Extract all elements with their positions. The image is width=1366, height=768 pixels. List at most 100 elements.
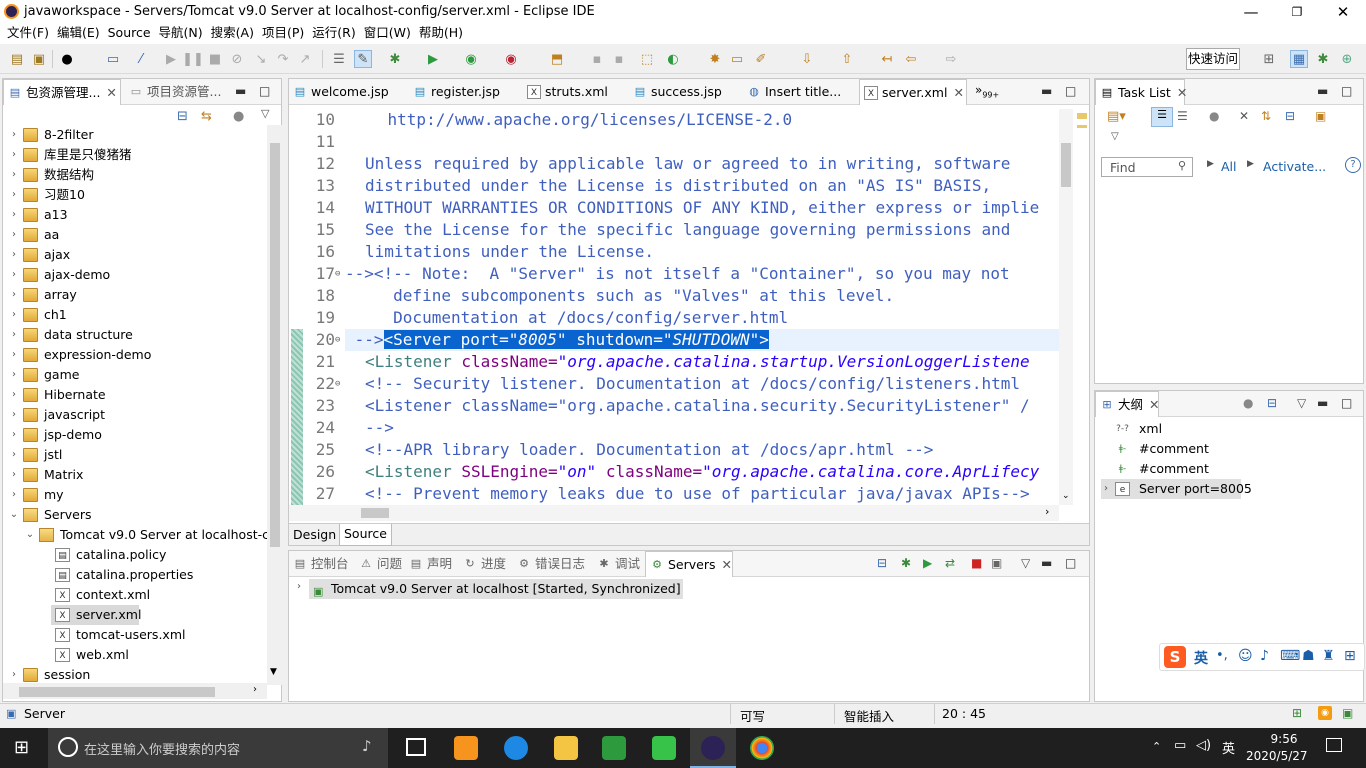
maximize-button[interactable]: ❐ [1274, 1, 1320, 23]
step-into-icon[interactable]: ↘ [252, 50, 270, 68]
tab-struts-xml[interactable]: Xstruts.xml [523, 79, 623, 105]
overview-ruler[interactable] [1075, 109, 1089, 505]
step-return-icon[interactable]: ↗ [296, 50, 314, 68]
app-icon-kugou[interactable] [504, 736, 528, 760]
clothes-icon[interactable]: ♜ [1322, 648, 1335, 664]
tab-problems[interactable]: ⚠ 问题 [355, 551, 405, 577]
coverage-icon[interactable]: ◉ [462, 50, 480, 68]
save-icon[interactable]: ▪ [588, 50, 606, 68]
close-tab-icon[interactable]: ✕ [1149, 397, 1159, 412]
tray-chevron-icon[interactable]: ⌃ [1152, 740, 1161, 753]
step-over-icon[interactable]: ↷ [274, 50, 292, 68]
minimize-button[interactable]: — [1228, 1, 1274, 23]
stop-server-icon[interactable]: ■ [971, 556, 982, 570]
forward-icon[interactable]: ⇨ [942, 50, 960, 68]
publish-icon[interactable]: ▣ [991, 556, 1002, 570]
close-tab-icon[interactable]: ✕ [106, 85, 116, 100]
new-server-icon[interactable]: ⬒ [548, 50, 566, 68]
maximize-view-icon[interactable]: □ [1341, 396, 1352, 410]
close-tab-icon[interactable]: ✕ [1177, 85, 1187, 100]
disconnect-icon[interactable]: ⊘ [228, 50, 246, 68]
java-perspective-icon[interactable]: ⊕ [1338, 50, 1356, 68]
find-input[interactable]: Find ⚲ [1101, 157, 1193, 177]
debug-server-icon[interactable]: ✱ [901, 556, 911, 570]
windows-start-icon[interactable]: ⊞ [14, 739, 29, 757]
menu-search[interactable]: 搜索(A) [207, 24, 258, 42]
server-entry[interactable]: ▣ Tomcat v9.0 Server at localhost [Start… [309, 579, 683, 599]
all-link[interactable]: All [1221, 159, 1237, 174]
volume-icon[interactable]: ◁) [1196, 738, 1211, 753]
menu-run[interactable]: 运行(R) [308, 24, 359, 42]
suspend-icon[interactable]: ❚❚ [182, 50, 204, 68]
run-icon[interactable]: ▶ [424, 50, 442, 68]
toggle-highlight-icon[interactable]: ✎ [354, 50, 372, 68]
focus-icon[interactable]: ● [1243, 396, 1253, 410]
tab-register-jsp[interactable]: ▤ register.jsp [409, 79, 519, 105]
tab-project-explorer[interactable]: ▭ 项目资源管... [125, 79, 235, 105]
open-folder-icon[interactable]: ▭ [728, 50, 746, 68]
update-icon[interactable]: ⊞ [1292, 706, 1302, 720]
emoji-icon[interactable]: ☺ [1238, 648, 1253, 664]
debug-perspective-icon[interactable]: ✱ [1314, 50, 1332, 68]
punctuation-icon[interactable]: •, [1216, 648, 1228, 663]
help-icon[interactable]: ? [1345, 157, 1361, 173]
tab-outline[interactable]: ⊞ 大纲 ✕ [1095, 391, 1160, 417]
menu-help[interactable]: 帮助(H) [415, 24, 467, 42]
fold-icon[interactable]: ⊖ [335, 373, 340, 395]
app-icon-green[interactable] [602, 736, 626, 760]
new-task-icon[interactable]: ▤▾ [1107, 109, 1126, 124]
tab-task-list[interactable]: ▤ Task List ✕ [1095, 79, 1187, 105]
maximize-view-icon[interactable]: □ [1341, 84, 1352, 98]
tab-declaration[interactable]: ▤ 声明 [405, 551, 459, 577]
view-menu-icon[interactable]: ▽ [261, 107, 269, 120]
minimize-view-icon[interactable]: ▬ [1317, 84, 1328, 98]
clock-time[interactable]: 9:56 [1264, 732, 1304, 746]
minimize-view-icon[interactable]: ▬ [1041, 84, 1052, 98]
clock-date[interactable]: 2020/5/27 [1246, 749, 1308, 763]
taskbar-search-box[interactable]: 在这里输入你要搜索的内容 ♪ [48, 728, 388, 768]
skip-breakpoints-icon[interactable]: ⁄ [132, 50, 150, 68]
account-icon[interactable]: ● [58, 50, 76, 68]
scheduled-icon[interactable]: ☰ [1177, 109, 1188, 123]
collapse-icon[interactable]: ⊟ [877, 556, 887, 570]
profile-server-icon[interactable]: ⇄ [945, 556, 955, 570]
focus-icon[interactable]: ● [1209, 109, 1219, 123]
ime-language[interactable]: 英 [1194, 648, 1208, 668]
maximize-view-icon[interactable]: □ [1065, 556, 1076, 570]
link-editor-icon[interactable]: ⇆ [201, 109, 212, 124]
menu-window[interactable]: 窗口(W) [360, 24, 415, 42]
open-perspective-icon[interactable]: ⊞ [1260, 50, 1278, 68]
resume-icon[interactable]: ▶ [162, 50, 180, 68]
last-edit-icon[interactable]: ↤ [878, 50, 896, 68]
rss-icon[interactable]: ◉ [1318, 706, 1332, 720]
keyboard-icon[interactable]: ⌨ [1280, 648, 1300, 664]
editor-hscrollbar[interactable]: › [289, 505, 1059, 521]
hide-completed-icon[interactable]: ✕ [1239, 109, 1249, 123]
view-menu-icon[interactable]: ▽ [1021, 556, 1030, 570]
fold-icon[interactable]: ⊖ [335, 263, 340, 285]
back-icon[interactable]: ⇦ [902, 50, 920, 68]
tab-success-jsp[interactable]: ▤ success.jsp [629, 79, 739, 105]
minimize-view-icon[interactable]: ▬ [1041, 556, 1052, 570]
menu-edit[interactable]: 编辑(E) [53, 24, 104, 42]
tree-item-file-selected[interactable]: Xserver.xml [51, 605, 141, 625]
new-web-icon[interactable]: ◐ [664, 50, 682, 68]
activate-link[interactable]: Activate... [1263, 159, 1326, 174]
categorized-icon[interactable]: ☰ [1151, 107, 1173, 127]
tab-console[interactable]: ▤ 控制台 [289, 551, 355, 577]
open-icon[interactable]: ▣ [30, 50, 48, 68]
fold-icon[interactable]: ⊖ [335, 329, 340, 351]
focus-icon[interactable]: ● [233, 109, 244, 124]
tab-welcome-jsp[interactable]: ▤ welcome.jsp [289, 79, 399, 105]
tab-progress[interactable]: ↻ 进度 [459, 551, 513, 577]
repository-icon[interactable]: ▣ [1315, 109, 1326, 123]
tab-package-explorer[interactable]: ▤ 包资源管理... ✕ [3, 79, 121, 105]
minimize-view-icon[interactable]: ▬ [1317, 396, 1328, 410]
pencil-icon[interactable]: ✐ [752, 50, 770, 68]
quick-access-field[interactable]: 快速访问 [1186, 48, 1240, 70]
outline-item-selected[interactable]: › e Server port=8005 [1101, 479, 1252, 499]
network-icon[interactable]: ▭ [1174, 738, 1186, 753]
code-editor[interactable]: 10 http://www.apache.org/licenses/LICENS… [289, 109, 1059, 505]
sync-icon[interactable]: ⇅ [1261, 109, 1271, 123]
close-tab-icon[interactable]: ✕ [953, 85, 963, 100]
